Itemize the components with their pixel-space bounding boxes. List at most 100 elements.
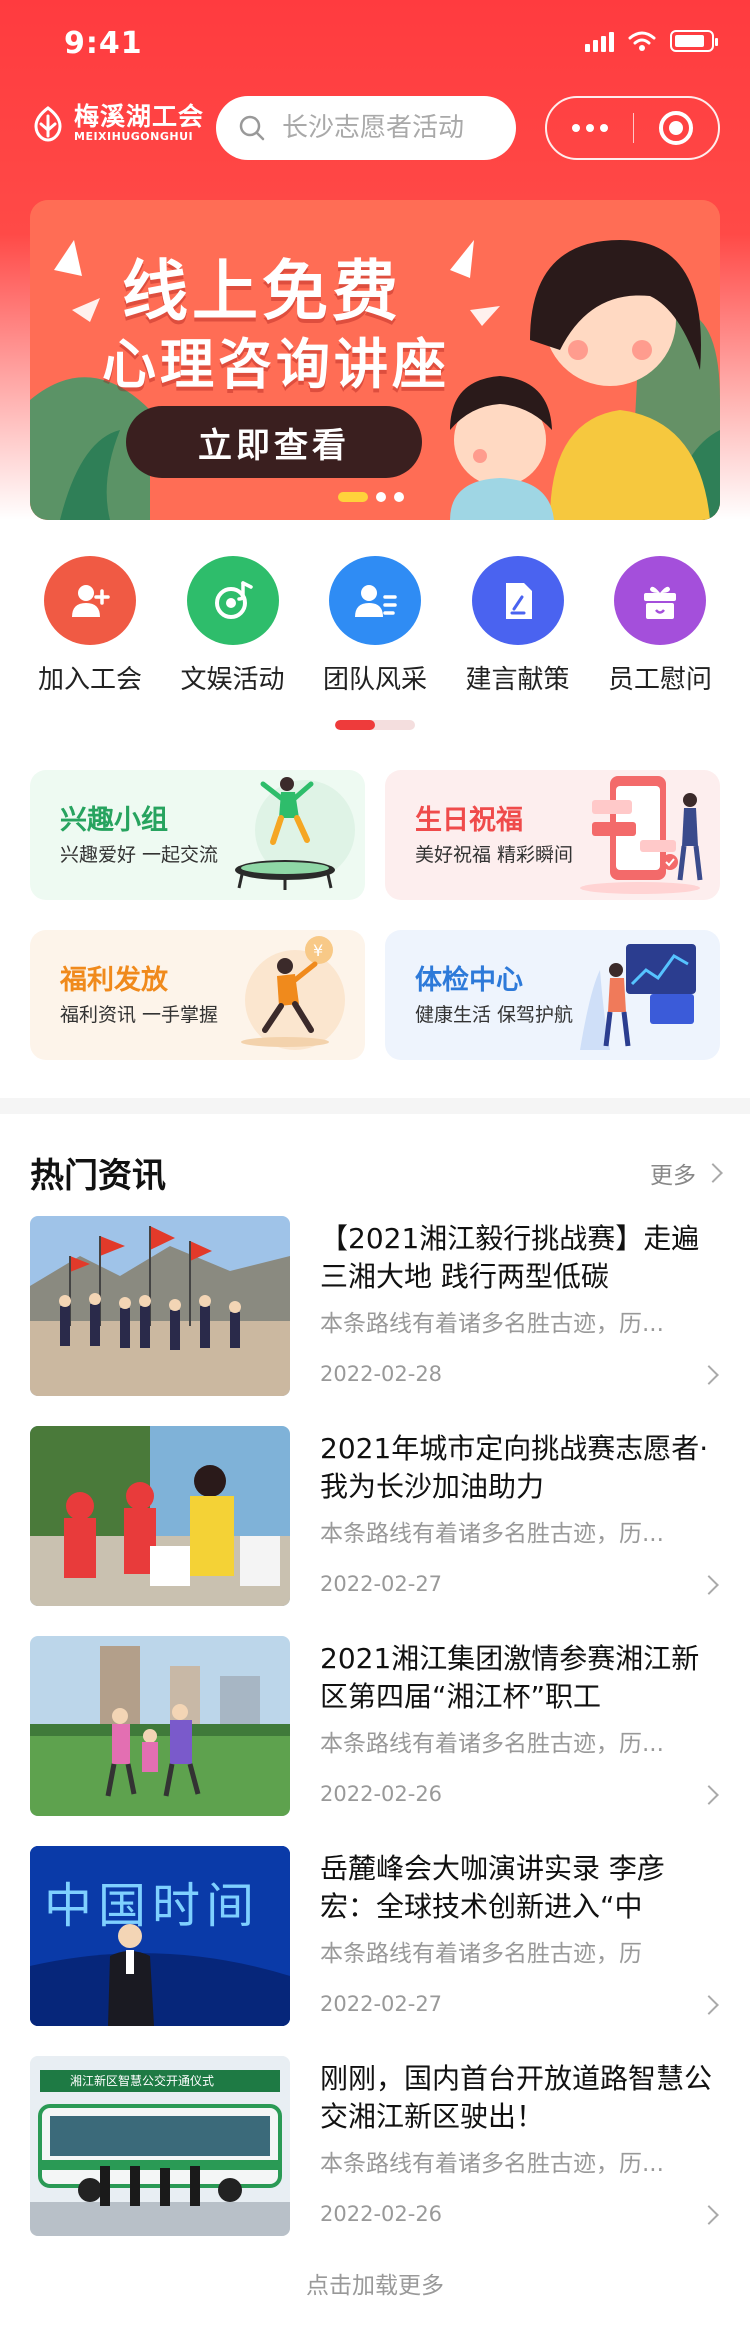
logo-text: 梅溪湖工会	[74, 102, 205, 131]
gift-icon	[614, 556, 706, 645]
feature-desc: 健康生活 保驾护航	[415, 1004, 574, 1026]
news-headline: 2021湘江集团激情参赛湘江新区第四届“湘江杯”职工	[320, 1642, 700, 1713]
news-date: 2022-02-26	[320, 1782, 443, 1806]
close-target-button[interactable]	[634, 98, 718, 158]
chevron-right-icon	[699, 2205, 719, 2225]
feature-title: 福利发放	[60, 965, 168, 996]
app-header: 梅溪湖工会 MEIXIHUGONGHUI	[0, 96, 750, 162]
status-bar: 9:41	[0, 0, 750, 88]
feature-card-health-check[interactable]: 体检中心 健康生活 保驾护航	[385, 930, 720, 1060]
feature-grid: 兴趣小组 兴趣爱好 一起交流 生日祝福 美好祝福 精彩瞬间 福利发放 福利资讯 …	[30, 770, 720, 1060]
feature-title: 生日祝福	[415, 805, 523, 836]
news-summary: 本条路线有着诸多名胜古迹，历...	[320, 2151, 664, 2177]
mini-program-capsule	[545, 96, 720, 160]
banner-dot-active[interactable]	[338, 492, 368, 502]
news-date: 2022-02-27	[320, 1572, 443, 1596]
news-body: 岳麓峰会大咖演讲实录 李彦宏：全球技术创新进入“中 本条路线有着诸多名胜古迹，历…	[320, 1846, 720, 2026]
news-summary: 本条路线有着诸多名胜古迹，历...	[320, 1731, 664, 1757]
more-dots-icon[interactable]	[547, 98, 633, 158]
nav-suggestions[interactable]: 建言献策	[448, 556, 588, 696]
feature-card-benefits[interactable]: 福利发放 福利资讯 一手掌握 ¥	[30, 930, 365, 1060]
feature-card-interest-group[interactable]: 兴趣小组 兴趣爱好 一起交流	[30, 770, 365, 900]
more-label: 更多	[650, 1163, 696, 1189]
chevron-right-icon	[699, 1365, 719, 1385]
news-item[interactable]: 中国时间 岳麓峰会大咖演讲实录 李彦宏：全球技术创新进入“中 本条路线有着诸多名…	[30, 1846, 720, 2026]
quick-nav: 加入工会 文娱活动 团队风采 建言献策 员工慰问	[20, 556, 730, 696]
feature-card-birthday[interactable]: 生日祝福 美好祝福 精彩瞬间	[385, 770, 720, 900]
nav-label: 团队风采	[322, 665, 427, 695]
news-item[interactable]: 2021年城市定向挑战赛志愿者·我为长沙加油助力 本条路线有着诸多名胜古迹，历.…	[30, 1426, 720, 1606]
news-item[interactable]: 湘江新区智慧公交开通仪式 刚刚，国内首台开放道路智慧公交湘江新区驶出！ 本条路线…	[30, 2056, 720, 2236]
chevron-right-icon	[699, 1995, 719, 2015]
target-icon	[659, 111, 693, 145]
banner-dot[interactable]	[376, 492, 386, 502]
chevron-right-icon	[699, 1575, 719, 1595]
news-summary: 本条路线有着诸多名胜古迹，历...	[320, 1521, 664, 1547]
news-section-title: 热门资讯	[30, 1156, 166, 1196]
battery-icon	[670, 30, 718, 52]
news-section-header: 热门资讯 更多	[30, 1148, 723, 1198]
music-disc-icon	[186, 556, 279, 645]
nav-team-style[interactable]: 团队风采	[305, 556, 445, 696]
feature-desc: 福利资讯 一手掌握	[60, 1004, 219, 1026]
phone-illustration	[580, 776, 703, 894]
news-thumbnail-race	[30, 1216, 290, 1396]
document-edit-icon	[471, 556, 564, 645]
news-thumbnail-summit: 中国时间	[30, 1846, 290, 2026]
svg-text:¥: ¥	[313, 941, 323, 960]
news-item[interactable]: 【2021湘江毅行挑战赛】走遍三湘大地 践行两型低碳 本条路线有着诸多名胜古迹，…	[30, 1216, 720, 1396]
banner-pagination	[338, 492, 404, 502]
wifi-icon	[628, 31, 656, 51]
status-time: 9:41	[64, 26, 143, 61]
news-headline: 刚刚，国内首台开放道路智慧公交湘江新区驶出！	[320, 2062, 713, 2133]
section-divider	[0, 1098, 750, 1114]
dashboard-illustration	[580, 944, 696, 1050]
nav-label: 建言献策	[465, 665, 570, 695]
logo: 梅溪湖工会 MEIXIHUGONGHUI	[28, 104, 204, 144]
logo-icon	[34, 106, 62, 142]
news-headline: 2021年城市定向挑战赛志愿者·我为长沙加油助力	[320, 1432, 709, 1503]
view-now-button[interactable]: 立即查看	[126, 406, 422, 478]
signal-icon	[585, 30, 614, 52]
news-body: 刚刚，国内首台开放道路智慧公交湘江新区驶出！ 本条路线有着诸多名胜古迹，历...…	[320, 2056, 720, 2236]
feature-title: 兴趣小组	[60, 805, 168, 836]
nav-join-union[interactable]: 加入工会	[20, 556, 160, 696]
bus-banner-text: 湘江新区智慧公交开通仪式	[70, 2074, 215, 2088]
search-box[interactable]	[216, 96, 516, 160]
banner-subtitle: 心理咨询讲座	[102, 333, 450, 396]
coin-illustration: ¥	[241, 936, 345, 1050]
nav-label: 加入工会	[37, 665, 142, 695]
news-thumbnail-relay	[30, 1636, 290, 1816]
nav-entertainment[interactable]: 文娱活动	[163, 556, 303, 696]
add-user-icon	[44, 556, 136, 645]
news-list: 【2021湘江毅行挑战赛】走遍三湘大地 践行两型低碳 本条路线有着诸多名胜古迹，…	[30, 1216, 720, 2266]
news-body: 2021湘江集团激情参赛湘江新区第四届“湘江杯”职工 本条路线有着诸多名胜古迹，…	[320, 1636, 720, 1816]
nav-label: 文娱活动	[180, 665, 285, 695]
feature-title: 体检中心	[415, 965, 523, 996]
summit-screen-text: 中国时间	[44, 1878, 261, 1934]
news-thumbnail-volunteers	[30, 1426, 290, 1606]
load-more-button[interactable]: 点击加载更多	[0, 2266, 750, 2300]
news-headline: 岳麓峰会大咖演讲实录 李彦宏：全球技术创新进入“中	[320, 1852, 665, 1923]
feature-desc: 美好祝福 精彩瞬间	[415, 844, 574, 866]
nav-scroll-indicator	[335, 720, 415, 730]
chevron-right-icon	[703, 1163, 723, 1183]
chevron-right-icon	[699, 1785, 719, 1805]
search-input[interactable]	[280, 112, 504, 144]
team-icon	[329, 556, 421, 645]
news-date: 2022-02-27	[320, 1992, 443, 2016]
promo-banner[interactable]: 线上免费 心理咨询讲座 立即查看	[30, 200, 720, 520]
news-body: 2021年城市定向挑战赛志愿者·我为长沙加油助力 本条路线有着诸多名胜古迹，历.…	[320, 1426, 720, 1606]
news-headline: 【2021湘江毅行挑战赛】走遍三湘大地 践行两型低碳	[320, 1222, 700, 1293]
more-news-link[interactable]: 更多	[650, 1156, 723, 1190]
news-summary: 本条路线有着诸多名胜古迹，历...	[320, 1311, 664, 1337]
search-icon	[239, 115, 265, 141]
banner-dot[interactable]	[394, 492, 404, 502]
news-date: 2022-02-26	[320, 2202, 443, 2226]
news-date: 2022-02-28	[320, 1362, 443, 1386]
logo-subtext: MEIXIHUGONGHUI	[74, 130, 194, 143]
news-summary: 本条路线有着诸多名胜古迹，历	[320, 1941, 642, 1967]
nav-staff-care[interactable]: 员工慰问	[590, 556, 730, 696]
news-item[interactable]: 2021湘江集团激情参赛湘江新区第四届“湘江杯”职工 本条路线有着诸多名胜古迹，…	[30, 1636, 720, 1816]
news-thumbnail-smart-bus: 湘江新区智慧公交开通仪式	[30, 2056, 290, 2236]
